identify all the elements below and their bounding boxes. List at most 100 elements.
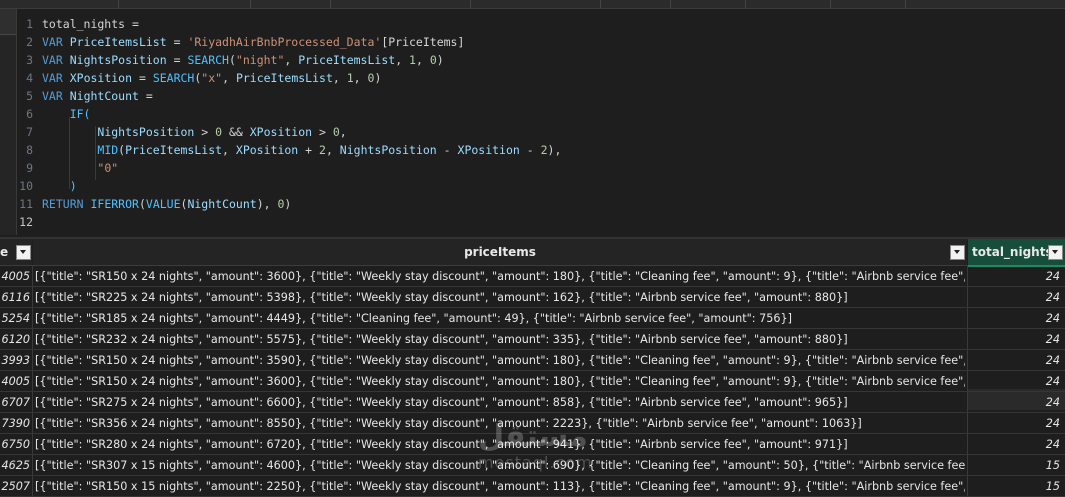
cell-priceitems[interactable]: [{"title": "SR150 x 24 nights", "amount"… (35, 350, 965, 371)
code-line-9[interactable]: 9 "0" (17, 159, 118, 177)
variable: PriceItemsList (235, 71, 333, 85)
cell-priceitems[interactable]: [{"title": "SR232 x 24 nights", "amount"… (35, 329, 965, 350)
cell-left[interactable]: 6707 (0, 392, 30, 413)
cell-priceitems[interactable]: [{"title": "SR280 x 24 nights", "amount"… (35, 434, 965, 455)
rail-marker (0, 9, 16, 35)
column-header-left[interactable]: e (0, 239, 32, 266)
paren: ) (69, 179, 77, 193)
variable: NightCount (69, 89, 139, 103)
function: VALUE (145, 197, 181, 211)
filter-dropdown-icon[interactable] (16, 245, 31, 260)
column-header-priceitems[interactable]: priceItems (33, 239, 967, 266)
keyword: VAR (42, 89, 63, 103)
data-grid: e priceItems total_nights 4005 [{"title":… (0, 237, 1065, 497)
table-row[interactable]: 6116 [{"title": "SR225 x 24 nights", "amo… (0, 287, 1065, 308)
cell-left[interactable]: 4005 (0, 266, 30, 287)
keyword: VAR (42, 53, 63, 67)
cell-left[interactable]: 6116 (0, 287, 30, 308)
table-row[interactable]: 3993 [{"title": "SR150 x 24 nights", "amo… (0, 350, 1065, 371)
column-header-total-nights[interactable]: total_nights (968, 239, 1065, 267)
code-line-1[interactable]: 1 total_nights = (17, 15, 139, 33)
operator: = (166, 53, 188, 67)
code-line-8[interactable]: 8 MID(PriceItemsList, XPosition + 2, Nig… (17, 141, 561, 159)
table-row[interactable]: 6120 [{"title": "SR232 x 24 nights", "amo… (0, 329, 1065, 350)
variable: PriceItemsList (125, 143, 223, 157)
cell-left[interactable]: 6120 (0, 329, 30, 350)
line-number: 7 (26, 125, 33, 139)
cell-left[interactable]: 4005 (0, 371, 30, 392)
filter-dropdown-icon[interactable] (1048, 245, 1063, 260)
cell-left[interactable]: 4625 (0, 455, 30, 476)
operator: + (298, 143, 319, 157)
filter-dropdown-icon[interactable] (950, 245, 965, 260)
function: SEARCH (187, 53, 229, 67)
table-row[interactable]: 7390 [{"title": "SR356 x 24 nights", "amo… (0, 413, 1065, 434)
operator: > (194, 125, 216, 139)
cell-left[interactable]: 7390 (0, 413, 30, 434)
cell-total-nights[interactable]: 24 (968, 392, 1060, 413)
cell-priceitems[interactable]: [{"title": "SR150 x 24 nights", "amount"… (35, 266, 965, 287)
number: 1 (409, 53, 416, 67)
table-row[interactable]: 4005 [{"title": "SR150 x 24 nights", "amo… (0, 266, 1065, 287)
number: 2 (540, 143, 548, 157)
number: 1 (346, 71, 354, 85)
cell-left[interactable]: 5254 (0, 308, 30, 329)
cell-priceitems[interactable]: [{"title": "SR150 x 24 nights", "amount"… (35, 371, 965, 392)
operator: = (132, 71, 153, 85)
cell-total-nights[interactable]: 24 (968, 308, 1060, 329)
number: 0 (429, 53, 437, 67)
cell-total-nights[interactable]: 24 (968, 287, 1060, 308)
cell-priceitems[interactable]: [{"title": "SR356 x 24 nights", "amount"… (35, 413, 965, 434)
variable: PriceItemsList (69, 35, 167, 49)
left-rail (0, 9, 17, 235)
column-header-label: total_nights (972, 245, 1053, 259)
function: MID (97, 143, 119, 157)
variable: NightsPosition (97, 125, 195, 139)
cell-priceitems[interactable]: [{"title": "SR307 x 15 nights", "amount"… (35, 455, 965, 476)
cell-priceitems[interactable]: [{"title": "SR225 x 24 nights", "amount"… (35, 287, 965, 308)
table-row[interactable]: 6750 [{"title": "SR280 x 24 nights", "amo… (0, 434, 1065, 455)
code-line-6[interactable]: 6 IF( (17, 105, 90, 123)
code-line-7[interactable]: 7 NightsPosition > 0 && XPosition > 0, (17, 123, 347, 141)
line-number: 2 (26, 35, 33, 49)
variable: XPosition (235, 143, 299, 157)
table-row[interactable]: 5254 [{"title": "SR185 x 24 nights", "amo… (0, 308, 1065, 329)
operator: = (166, 35, 188, 49)
cell-total-nights[interactable]: 24 (968, 329, 1060, 350)
code-line-11[interactable]: 11 RETURN IFERROR(VALUE(NightCount), 0) (17, 195, 291, 213)
table-row[interactable]: 4005 [{"title": "SR150 x 24 nights", "amo… (0, 371, 1065, 392)
keyword: RETURN (42, 197, 84, 211)
cell-priceitems[interactable]: [{"title": "SR275 x 24 nights", "amount"… (35, 392, 965, 413)
operator: = (125, 17, 139, 31)
cell-priceitems[interactable]: [{"title": "SR185 x 24 nights", "amount"… (35, 308, 965, 329)
variable: PriceItemsList (298, 53, 396, 67)
code-line-10[interactable]: 10 ) (17, 177, 77, 195)
line-number: 4 (26, 71, 33, 85)
code-line-12[interactable]: 12 (17, 213, 42, 231)
code-line-5[interactable]: 5 VAR NightCount = (17, 87, 153, 105)
line-number: 8 (26, 143, 33, 157)
cell-total-nights[interactable]: 24 (968, 266, 1060, 287)
cell-total-nights[interactable]: 15 (968, 455, 1060, 476)
cell-total-nights[interactable]: 24 (968, 350, 1060, 371)
variable: XPosition (457, 143, 520, 157)
cell-total-nights[interactable]: 24 (968, 434, 1060, 455)
dax-formula-editor[interactable]: 1 total_nights = 2 VAR PriceItemsList = 'R… (17, 9, 1065, 235)
cell-left[interactable]: 3993 (0, 350, 30, 371)
cell-total-nights[interactable]: 24 (968, 413, 1060, 434)
keyword: VAR (42, 35, 63, 49)
line-number: 12 (19, 215, 33, 229)
string: "night" (235, 53, 285, 67)
code-line-2[interactable]: 2 VAR PriceItemsList = 'RiyadhAirBnbProce… (17, 33, 464, 51)
cell-total-nights[interactable]: 24 (968, 371, 1060, 392)
code-line-4[interactable]: 4 VAR XPosition = SEARCH("x", PriceItemsL… (17, 69, 381, 87)
table-row[interactable]: 4625 [{"title": "SR307 x 15 nights", "amo… (0, 455, 1065, 476)
string: "0" (97, 161, 119, 175)
table-row[interactable]: 6707 [{"title": "SR275 x 24 nights", "amo… (0, 392, 1065, 413)
cell-left[interactable]: 6750 (0, 434, 30, 455)
line-number: 6 (26, 107, 33, 121)
code-line-3[interactable]: 3 VAR NightsPosition = SEARCH("night", Pr… (17, 51, 444, 69)
operator: && (222, 125, 250, 139)
number: 2 (319, 143, 326, 157)
measure-name: total_nights (42, 17, 126, 31)
